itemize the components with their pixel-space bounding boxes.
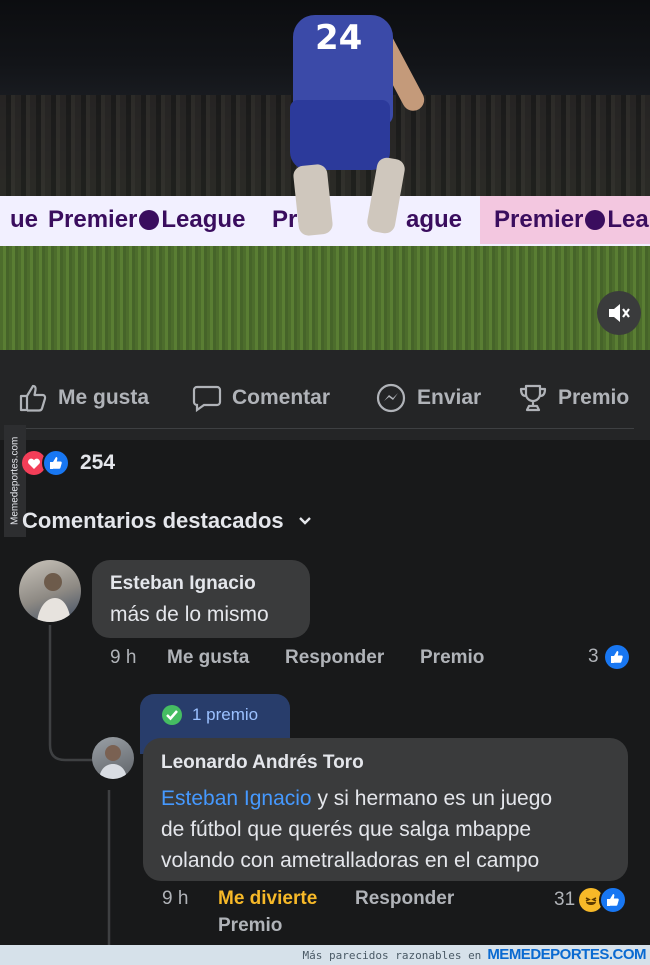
comment-button[interactable]: Comentar	[192, 378, 330, 418]
reply-text-line: y si hermano es un juego	[311, 787, 553, 810]
avatar[interactable]	[92, 737, 134, 779]
thumbs-up-icon	[19, 384, 47, 412]
board-text: League	[161, 206, 246, 233]
reply-text: Esteban Ignacio y si hermano es un juego…	[161, 783, 552, 876]
footer-site-link[interactable]: MEMEDEPORTES.COM	[487, 946, 646, 963]
reply-reaction-count: 31	[554, 889, 576, 910]
mention-link[interactable]: Esteban Ignacio	[161, 787, 312, 810]
comments-sort-dropdown[interactable]: Comentarios destacados	[22, 508, 312, 534]
video-player[interactable]: ue Premier League Pre ague Premier Lea 2…	[0, 0, 650, 350]
player-shorts	[290, 100, 390, 170]
comment-bubble: Esteban Ignacio más de lo mismo	[92, 560, 310, 638]
board-edge-text: ue	[9, 206, 38, 233]
like-label: Me gusta	[58, 386, 150, 409]
lion-logo-icon	[139, 210, 160, 230]
pitch	[0, 246, 650, 350]
send-label: Enviar	[417, 386, 482, 409]
footer-watermark-bar: Más parecidos razonables en MEMEDEPORTES…	[0, 945, 650, 965]
comment-bubble-icon	[192, 385, 222, 413]
reply-bubble: Leonardo Andrés Toro Esteban Ignacio y s…	[143, 738, 628, 881]
comment-reactions[interactable]: 3	[588, 645, 629, 669]
jersey-number: 24	[315, 18, 363, 58]
board-premier-league-pink: Premier Lea	[480, 196, 650, 244]
reply-text-line: de fútbol que querés que salga mbappe	[161, 818, 532, 841]
board-premier-league-1: Premier League	[48, 196, 248, 244]
comments-header: Comentarios destacados	[22, 508, 284, 533]
footer-prefix: Más parecidos razonables en	[302, 949, 482, 962]
reactions-summary[interactable]: 254	[22, 449, 115, 477]
board-text: Premier	[48, 206, 138, 233]
board-text: Lea	[607, 206, 649, 233]
award-label: Premio	[558, 386, 630, 409]
reply-reaction-button[interactable]: Me divierte	[218, 888, 317, 910]
reply-author[interactable]: Leonardo Andrés Toro	[161, 752, 364, 774]
award-check-icon	[162, 705, 182, 725]
thread-connector	[107, 790, 111, 945]
avatar[interactable]	[19, 560, 81, 622]
mute-button[interactable]	[597, 291, 641, 335]
like-reaction-icon	[604, 645, 629, 669]
board-premier-league-3: ague	[406, 196, 476, 244]
award-button[interactable]: Premio	[518, 378, 629, 418]
board-text: ague	[406, 206, 463, 233]
thread-connector	[48, 625, 95, 762]
player-leg	[292, 163, 334, 237]
board-edge: ue	[0, 196, 38, 244]
like-button[interactable]: Me gusta	[18, 378, 149, 418]
chevron-down-icon	[298, 517, 311, 525]
reply-time: 9 h	[162, 888, 189, 909]
reply-reply-button[interactable]: Responder	[355, 888, 454, 910]
like-reaction-icon	[42, 449, 70, 477]
comment-like-button[interactable]: Me gusta	[167, 647, 249, 669]
send-button[interactable]: Enviar	[375, 378, 481, 418]
reply-award-button[interactable]: Premio	[218, 915, 282, 937]
avatar-person-icon	[37, 573, 71, 622]
comment-reply-button[interactable]: Responder	[285, 647, 384, 669]
messenger-icon	[376, 383, 406, 413]
comment-award-button[interactable]: Premio	[420, 647, 484, 669]
comment-time: 9 h	[110, 647, 137, 668]
like-reaction-icon	[599, 886, 628, 914]
divider	[16, 428, 634, 429]
comment-label: Comentar	[232, 386, 331, 409]
award-badge-label: 1 premio	[192, 705, 259, 724]
reply-reactions[interactable]: 31	[554, 886, 628, 914]
comment-reaction-count: 3	[588, 646, 599, 667]
comment-author[interactable]: Esteban Ignacio	[110, 573, 256, 595]
reply-text-line: volando con ametralladoras en el campo	[161, 849, 540, 872]
muted-speaker-icon	[609, 304, 630, 322]
reaction-count: 254	[80, 451, 116, 474]
trophy-icon	[519, 384, 547, 412]
board-text: Premier	[494, 206, 584, 233]
comment-text: más de lo mismo	[110, 603, 269, 626]
lion-logo-icon	[585, 210, 606, 230]
avatar-person-icon	[99, 745, 127, 779]
